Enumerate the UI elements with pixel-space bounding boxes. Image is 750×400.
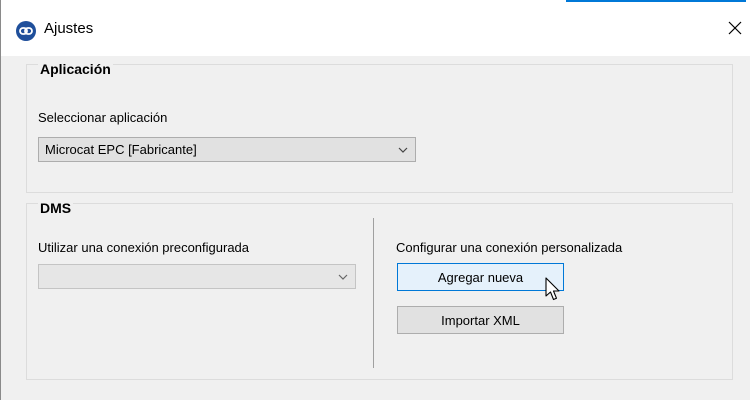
chevron-down-icon (398, 147, 408, 153)
close-button[interactable] (721, 14, 749, 42)
preconfigured-connection-select[interactable] (38, 264, 356, 289)
preconfigured-connection-label: Utilizar una conexión preconfigurada (38, 240, 250, 255)
settings-window: Ajustes Aplicación Seleccionar aplicació… (0, 0, 750, 400)
application-group-title: Aplicación (38, 61, 113, 77)
select-application-label: Seleccionar aplicación (38, 110, 168, 125)
title-bar: Ajustes (1, 0, 750, 56)
mouse-pointer-icon (545, 277, 560, 301)
window-title: Ajustes (44, 20, 94, 37)
application-select-value: Microcat EPC [Fabricante] (45, 142, 197, 157)
custom-connection-label: Configurar una conexión personalizada (396, 240, 623, 255)
application-select[interactable]: Microcat EPC [Fabricante] (38, 137, 416, 162)
dms-divider (373, 218, 374, 368)
title-accent-line (566, 0, 746, 2)
dms-group: DMS (26, 200, 733, 380)
dms-group-title: DMS (38, 200, 74, 216)
add-new-button[interactable]: Agregar nueva (397, 263, 564, 291)
link-icon (16, 21, 36, 41)
application-group: Aplicación (26, 61, 733, 193)
import-xml-button[interactable]: Importar XML (397, 306, 564, 334)
close-icon (728, 21, 742, 35)
chevron-down-icon (338, 274, 348, 280)
